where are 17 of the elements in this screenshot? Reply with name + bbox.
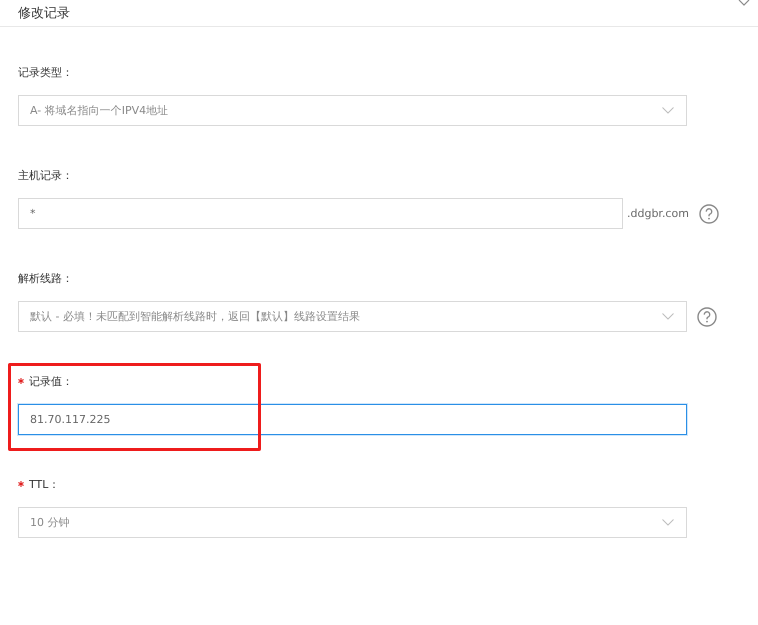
input-field[interactable]: 81.70.117.225 (18, 404, 687, 435)
caret-icon (662, 107, 674, 114)
caret-icon (662, 313, 674, 320)
help-icon[interactable] (698, 204, 719, 224)
help-icon[interactable] (697, 306, 717, 326)
caret-icon (662, 519, 674, 526)
field-label: 解析线路： (18, 270, 73, 286)
field-label: 记录值： (29, 374, 73, 388)
select-field[interactable]: 10 分钟 (18, 507, 687, 538)
field-label: 记录类型： (18, 64, 73, 80)
input-field[interactable]: * (18, 198, 623, 229)
field-label: 主机记录： (18, 168, 73, 182)
domain-suffix: .ddgbr.com (627, 207, 689, 220)
dialog-title: 修改记录 (18, 5, 70, 22)
field-label: TTL： (29, 476, 60, 492)
select-field[interactable]: A- 将域名指向一个IPV4地址 (18, 95, 687, 126)
select-field[interactable]: 默认 - 必填！未匹配到智能解析线路时，返回【默认】线路设置结果 (18, 301, 687, 332)
